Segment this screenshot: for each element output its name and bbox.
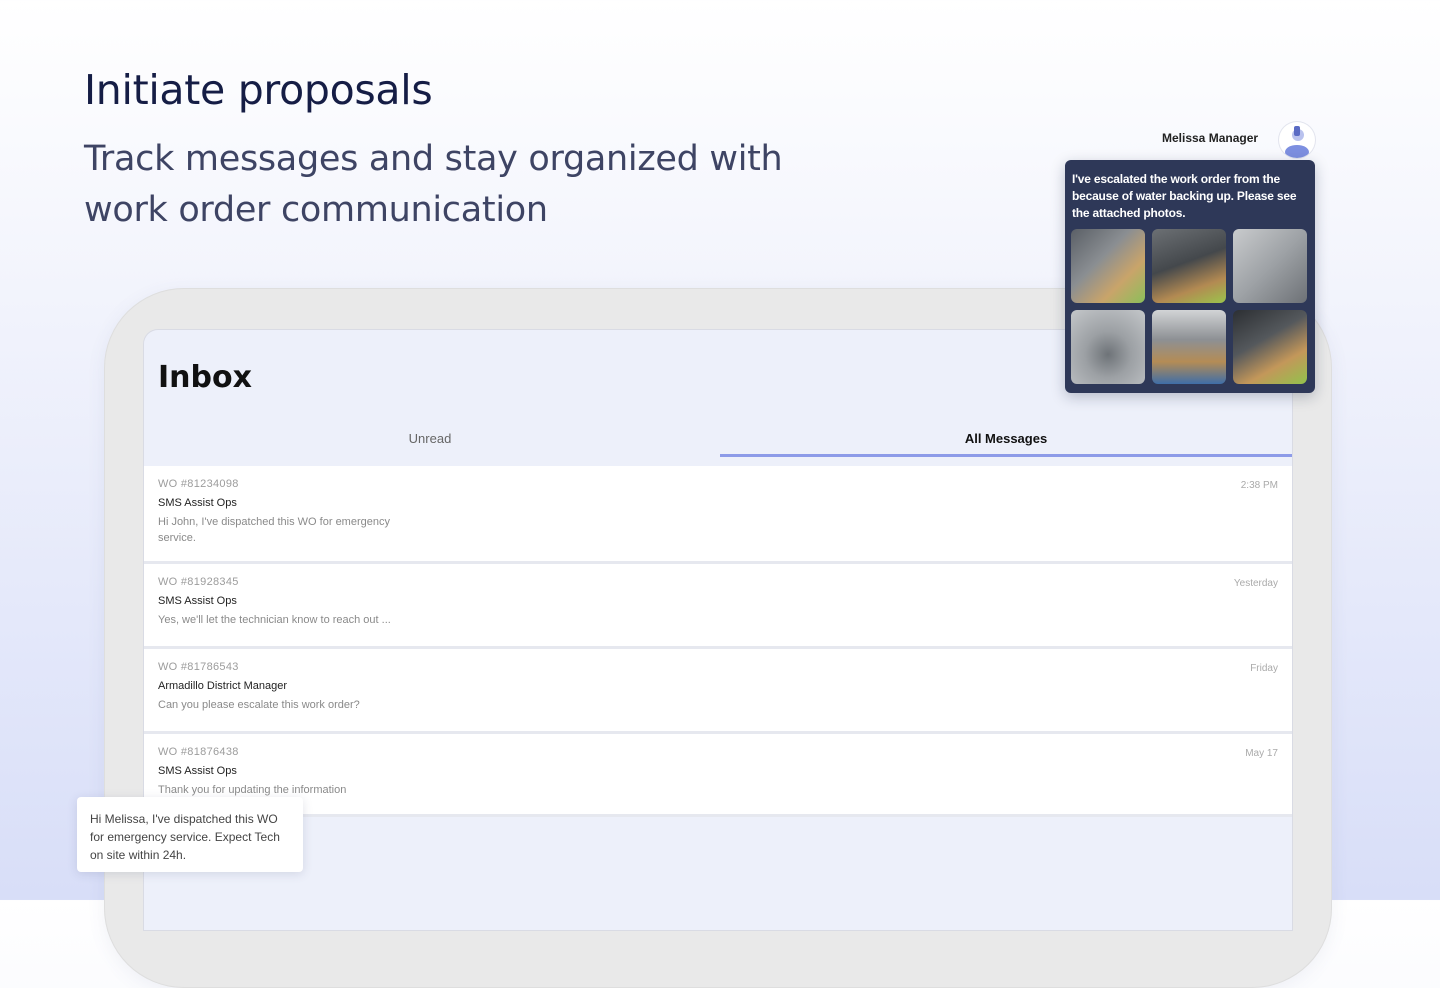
message-row[interactable]: WO #81876438 SMS Assist Ops Thank you fo… xyxy=(144,734,1292,817)
chat-sender-name: Melissa Manager xyxy=(1162,131,1259,145)
attached-photo[interactable] xyxy=(1152,229,1226,303)
message-row[interactable]: WO #81786543 Armadillo District Manager … xyxy=(144,649,1292,734)
message-list: WO #81234098 SMS Assist Ops Hi John, I'v… xyxy=(144,466,1292,817)
message-row[interactable]: WO #81928345 SMS Assist Ops Yes, we'll l… xyxy=(144,564,1292,649)
tab-unread[interactable]: Unread xyxy=(144,422,716,454)
message-sender: SMS Assist Ops xyxy=(158,595,237,607)
message-time: May 17 xyxy=(1245,748,1278,759)
work-order-number: WO #81928345 xyxy=(158,576,239,588)
message-preview: Yes, we'll let the technician know to re… xyxy=(158,614,391,626)
message-sender: SMS Assist Ops xyxy=(158,497,237,509)
hero-subtitle: Track messages and stay organized with w… xyxy=(84,139,783,230)
message-preview: Hi John, I've dispatched this WO for eme… xyxy=(158,516,390,544)
attached-photo[interactable] xyxy=(1152,310,1226,384)
chat-message-text: I've escalated the work order from the b… xyxy=(1072,172,1297,220)
message-time: Friday xyxy=(1250,663,1278,674)
message-preview: Thank you for updating the information xyxy=(158,784,347,796)
attached-photo[interactable] xyxy=(1233,310,1307,384)
chat-message-card[interactable]: I've escalated the work order from the b… xyxy=(1065,160,1315,393)
work-order-number: WO #81786543 xyxy=(158,661,239,673)
message-time: Yesterday xyxy=(1233,578,1278,589)
message-preview: Can you please escalate this work order? xyxy=(158,699,360,711)
attached-photo[interactable] xyxy=(1233,229,1307,303)
hero-title: Initiate proposals xyxy=(84,66,433,114)
message-row[interactable]: WO #81234098 SMS Assist Ops Hi John, I'v… xyxy=(144,466,1292,564)
person-avatar-icon xyxy=(1279,122,1315,158)
attached-photo[interactable] xyxy=(1071,229,1145,303)
message-time: 2:38 PM xyxy=(1240,480,1278,491)
inbox-screen: Inbox Unread All Messages WO #81234098 S… xyxy=(144,330,1292,930)
work-order-number: WO #81234098 xyxy=(158,478,239,490)
inbox-tabs: Unread All Messages xyxy=(144,422,1292,457)
inbox-title: Inbox xyxy=(158,360,252,395)
message-sender: Armadillo District Manager xyxy=(158,680,287,692)
tab-all-messages[interactable]: All Messages xyxy=(720,422,1292,457)
attached-photo[interactable] xyxy=(1071,310,1145,384)
work-order-number: WO #81876438 xyxy=(158,746,239,758)
message-sender: SMS Assist Ops xyxy=(158,765,237,777)
reply-message-card[interactable]: Hi Melissa, I've dispatched this WO for … xyxy=(77,797,303,872)
reply-message-text: Hi Melissa, I've dispatched this WO for … xyxy=(90,812,280,862)
